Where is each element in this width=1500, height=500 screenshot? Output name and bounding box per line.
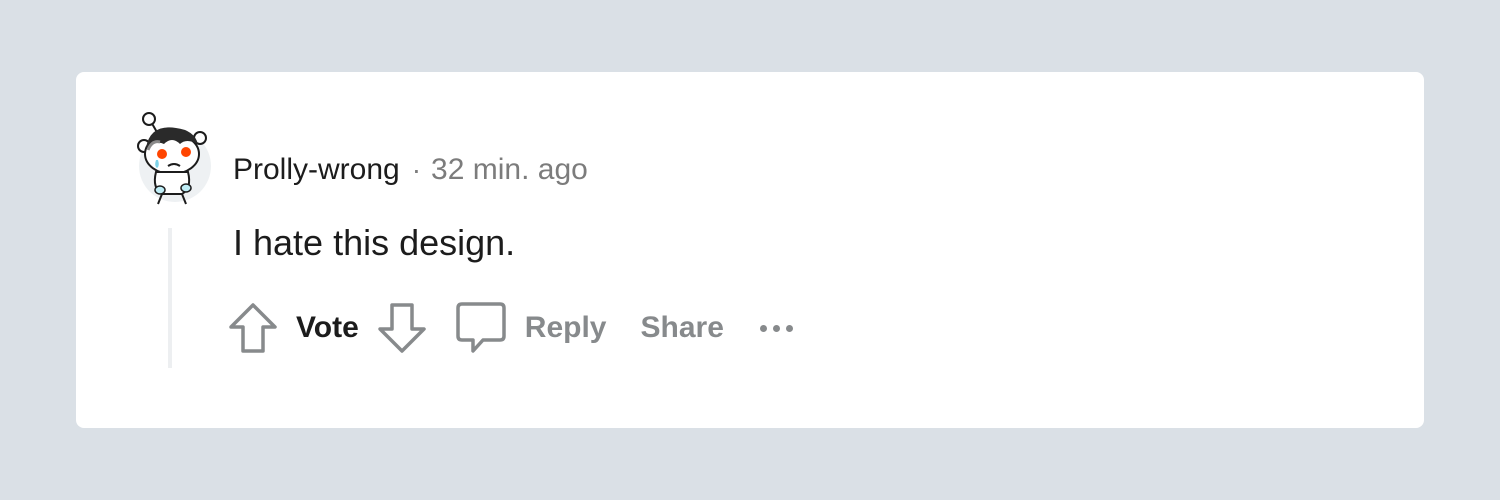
comment-timestamp[interactable]: 32 min. ago <box>431 153 588 187</box>
comment-card: Prolly-wrong · 32 min. ago I hate this d… <box>76 72 1424 428</box>
comment-actions: Vote Reply Share <box>228 298 793 358</box>
upvote-arrow-icon <box>229 303 277 353</box>
downvote-button[interactable] <box>377 302 427 354</box>
upvote-button[interactable] <box>228 302 278 354</box>
share-button[interactable]: Share <box>641 311 724 345</box>
more-options-icon <box>759 324 767 332</box>
meta-separator: · <box>411 154 422 185</box>
more-options-button[interactable] <box>759 313 793 343</box>
author-username[interactable]: Prolly-wrong <box>233 153 400 187</box>
downvote-arrow-icon <box>378 303 426 353</box>
thread-collapse-line[interactable] <box>168 228 172 368</box>
comment-body: I hate this design. <box>233 222 516 263</box>
comment-meta: Prolly-wrong · 32 min. ago <box>233 152 588 188</box>
snoo-avatar-icon <box>137 112 211 205</box>
reply-label: Reply <box>524 311 607 344</box>
user-avatar[interactable] <box>136 110 214 208</box>
reply-button[interactable]: Reply <box>455 301 607 355</box>
speech-bubble-icon <box>456 302 506 353</box>
vote-count-label: Vote <box>296 311 359 344</box>
